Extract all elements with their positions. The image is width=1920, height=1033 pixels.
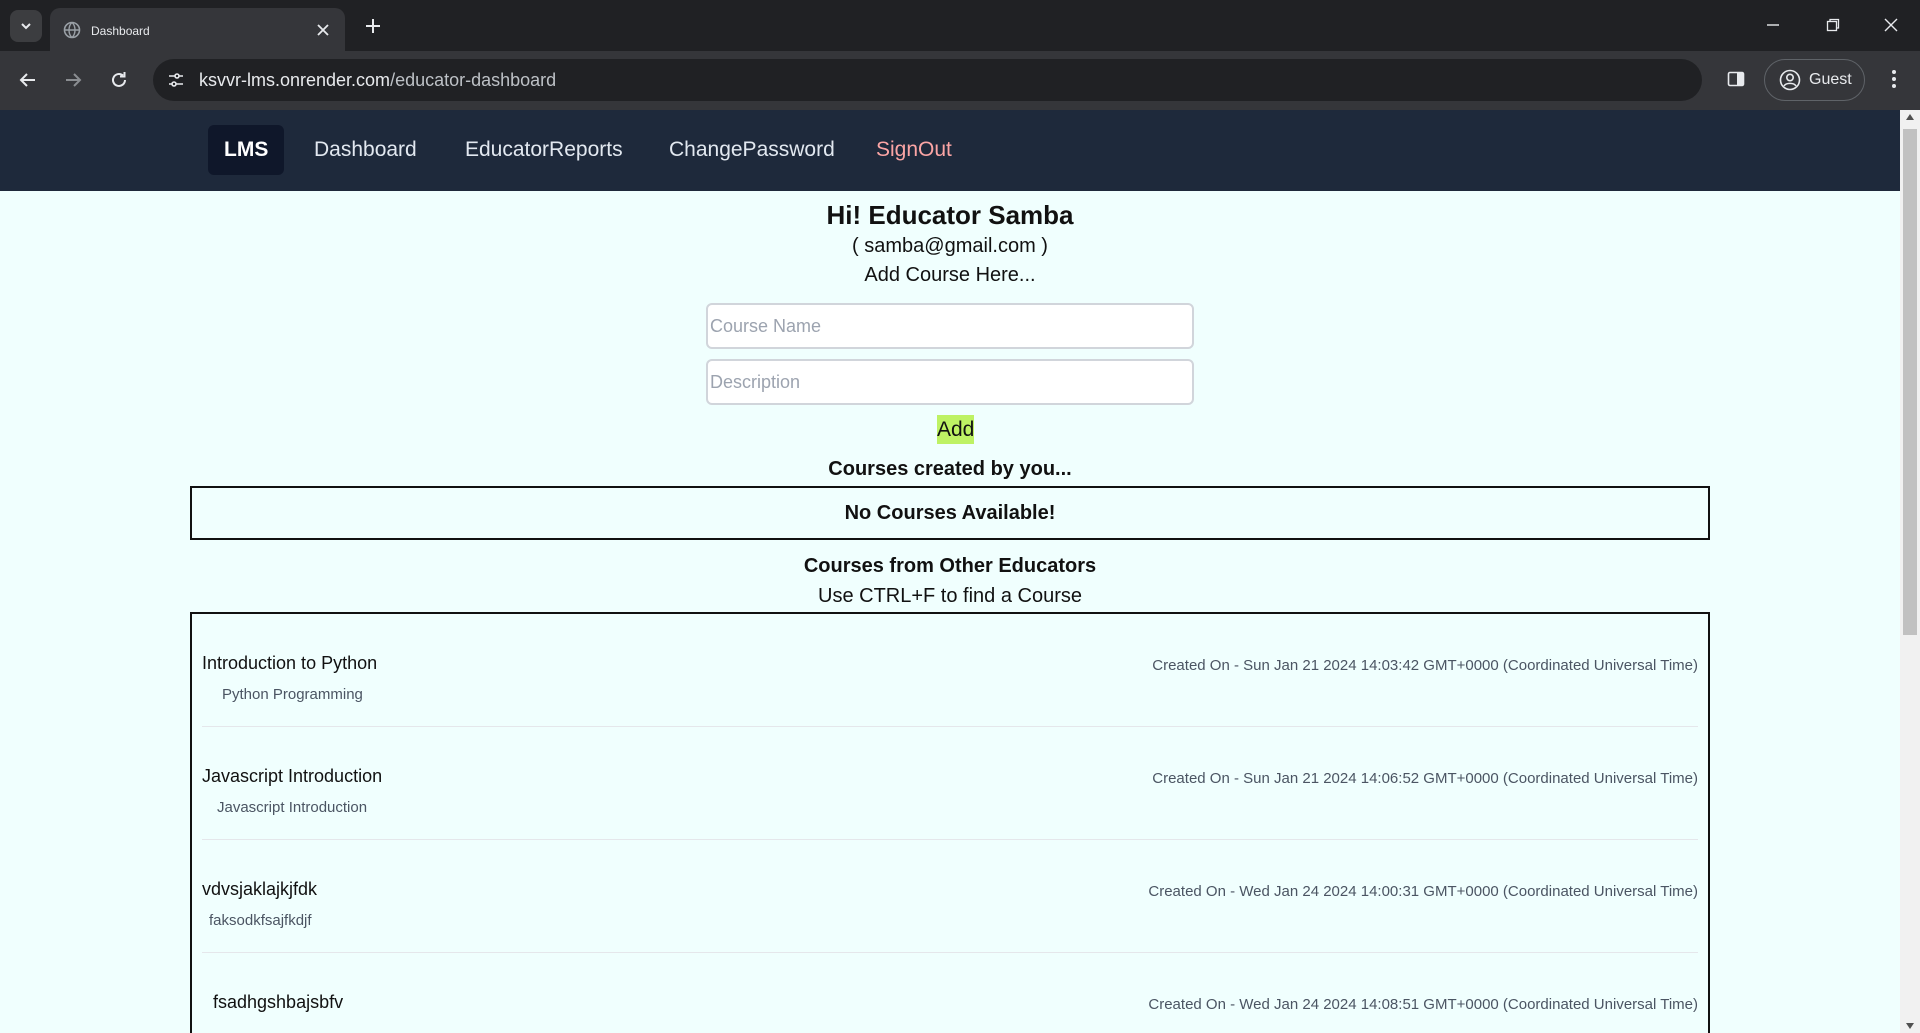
triangle-up-icon[interactable]	[1906, 114, 1914, 120]
side-panel-icon	[1727, 71, 1745, 87]
tab-title: Dashboard	[91, 24, 150, 38]
course-name-input[interactable]	[706, 303, 1194, 349]
chevron-down-icon	[21, 23, 31, 30]
course-created-date: Created On - Wed Jan 24 2024 14:00:31 GM…	[1148, 883, 1698, 900]
educator-email: ( samba@gmail.com )	[852, 235, 1048, 257]
tab-search-button[interactable]	[10, 10, 42, 42]
nav-educator-reports-link[interactable]: EducatorReports	[449, 125, 639, 175]
page-viewport: LMS Dashboard EducatorReports ChangePass…	[0, 110, 1900, 1033]
more-vertical-icon	[1892, 70, 1896, 88]
nav-brand-link[interactable]: LMS	[208, 125, 285, 175]
profile-label: Guest	[1809, 71, 1852, 88]
course-created-date: Created On - Wed Jan 24 2024 14:08:51 GM…	[1148, 996, 1698, 1013]
course-created-date: Created On - Sun Jan 21 2024 14:06:52 GM…	[1152, 770, 1698, 787]
restore-icon	[1826, 18, 1840, 32]
reload-icon	[112, 72, 126, 87]
course-description: Python Programming	[222, 686, 363, 703]
profile-button[interactable]: Guest	[1764, 59, 1865, 101]
course-list-item[interactable]: Introduction to Python Python Programmin…	[202, 614, 1698, 727]
account-icon	[1779, 69, 1801, 91]
close-icon	[1884, 18, 1898, 32]
arrow-left-icon	[19, 73, 35, 87]
browser-tabstrip: Dashboard	[0, 0, 1920, 51]
course-title: fsadhgshbajsbfv	[213, 992, 344, 1012]
course-description: Javascript Introduction	[217, 799, 368, 816]
reload-button[interactable]	[103, 64, 135, 96]
my-courses-heading: Courses created by you...	[828, 458, 1072, 480]
arrow-right-icon	[66, 73, 82, 87]
site-info-button[interactable]	[164, 68, 188, 92]
description-input[interactable]	[706, 359, 1194, 405]
other-courses-panel: Introduction to Python Python Programmin…	[190, 612, 1710, 1033]
course-title: Introduction to Python	[202, 653, 378, 673]
scrollbar-thumb[interactable]	[1903, 129, 1917, 635]
window-close-button[interactable]	[1868, 10, 1914, 40]
url-text: ksvvr-lms.onrender.com/educator-dashboar…	[199, 70, 556, 91]
minimize-icon	[1767, 24, 1779, 26]
add-course-button[interactable]: Add	[937, 415, 974, 444]
course-list-item[interactable]: Javascript Introduction Javascript Intro…	[202, 727, 1698, 840]
no-courses-message: No Courses Available!	[844, 501, 1056, 524]
tab-close-button[interactable]	[313, 20, 333, 40]
tune-icon	[169, 73, 183, 87]
browser-tab[interactable]: Dashboard	[50, 8, 345, 51]
new-tab-button[interactable]	[360, 13, 386, 39]
app-navbar: LMS Dashboard EducatorReports ChangePass…	[0, 110, 1900, 191]
url-path: /educator-dashboard	[390, 70, 557, 90]
url-host: ksvvr-lms.onrender.com	[199, 70, 391, 90]
triangle-down-icon[interactable]	[1906, 1023, 1914, 1029]
page-scrollbar[interactable]	[1900, 110, 1920, 1033]
restore-button[interactable]	[1810, 10, 1856, 40]
search-hint: Use CTRL+F to find a Course	[818, 585, 1082, 607]
browser-toolbar: ksvvr-lms.onrender.com/educator-dashboar…	[0, 51, 1920, 110]
minimize-button[interactable]	[1750, 10, 1796, 40]
address-bar[interactable]: ksvvr-lms.onrender.com/educator-dashboar…	[153, 59, 1702, 101]
forward-button[interactable]	[57, 64, 89, 96]
back-button[interactable]	[12, 64, 44, 96]
course-description: faksodkfsajfkdjf	[209, 912, 312, 929]
side-panel-button[interactable]	[1722, 65, 1750, 93]
course-title: Javascript Introduction	[202, 766, 383, 786]
browser-menu-button[interactable]	[1880, 65, 1908, 93]
plus-icon	[366, 19, 380, 33]
globe-icon	[63, 21, 81, 39]
close-icon	[317, 24, 329, 36]
greeting-heading: Hi! Educator Samba	[826, 200, 1074, 230]
course-created-date: Created On - Sun Jan 21 2024 14:03:42 GM…	[1152, 657, 1698, 674]
add-course-hint: Add Course Here...	[864, 264, 1036, 286]
course-list-item[interactable]: vdvsjaklajkjfdk faksodkfsajfkdjf Created…	[202, 840, 1698, 953]
my-courses-panel: No Courses Available!	[190, 486, 1710, 540]
nav-change-password-link[interactable]: ChangePassword	[653, 125, 851, 175]
nav-signout-link[interactable]: SignOut	[860, 125, 968, 175]
nav-dashboard-link[interactable]: Dashboard	[298, 125, 433, 175]
course-title: vdvsjaklajkjfdk	[202, 879, 318, 899]
other-courses-heading: Courses from Other Educators	[803, 555, 1097, 577]
course-list-item[interactable]: fsadhgshbajsbfv Created On - Wed Jan 24 …	[202, 953, 1698, 1033]
